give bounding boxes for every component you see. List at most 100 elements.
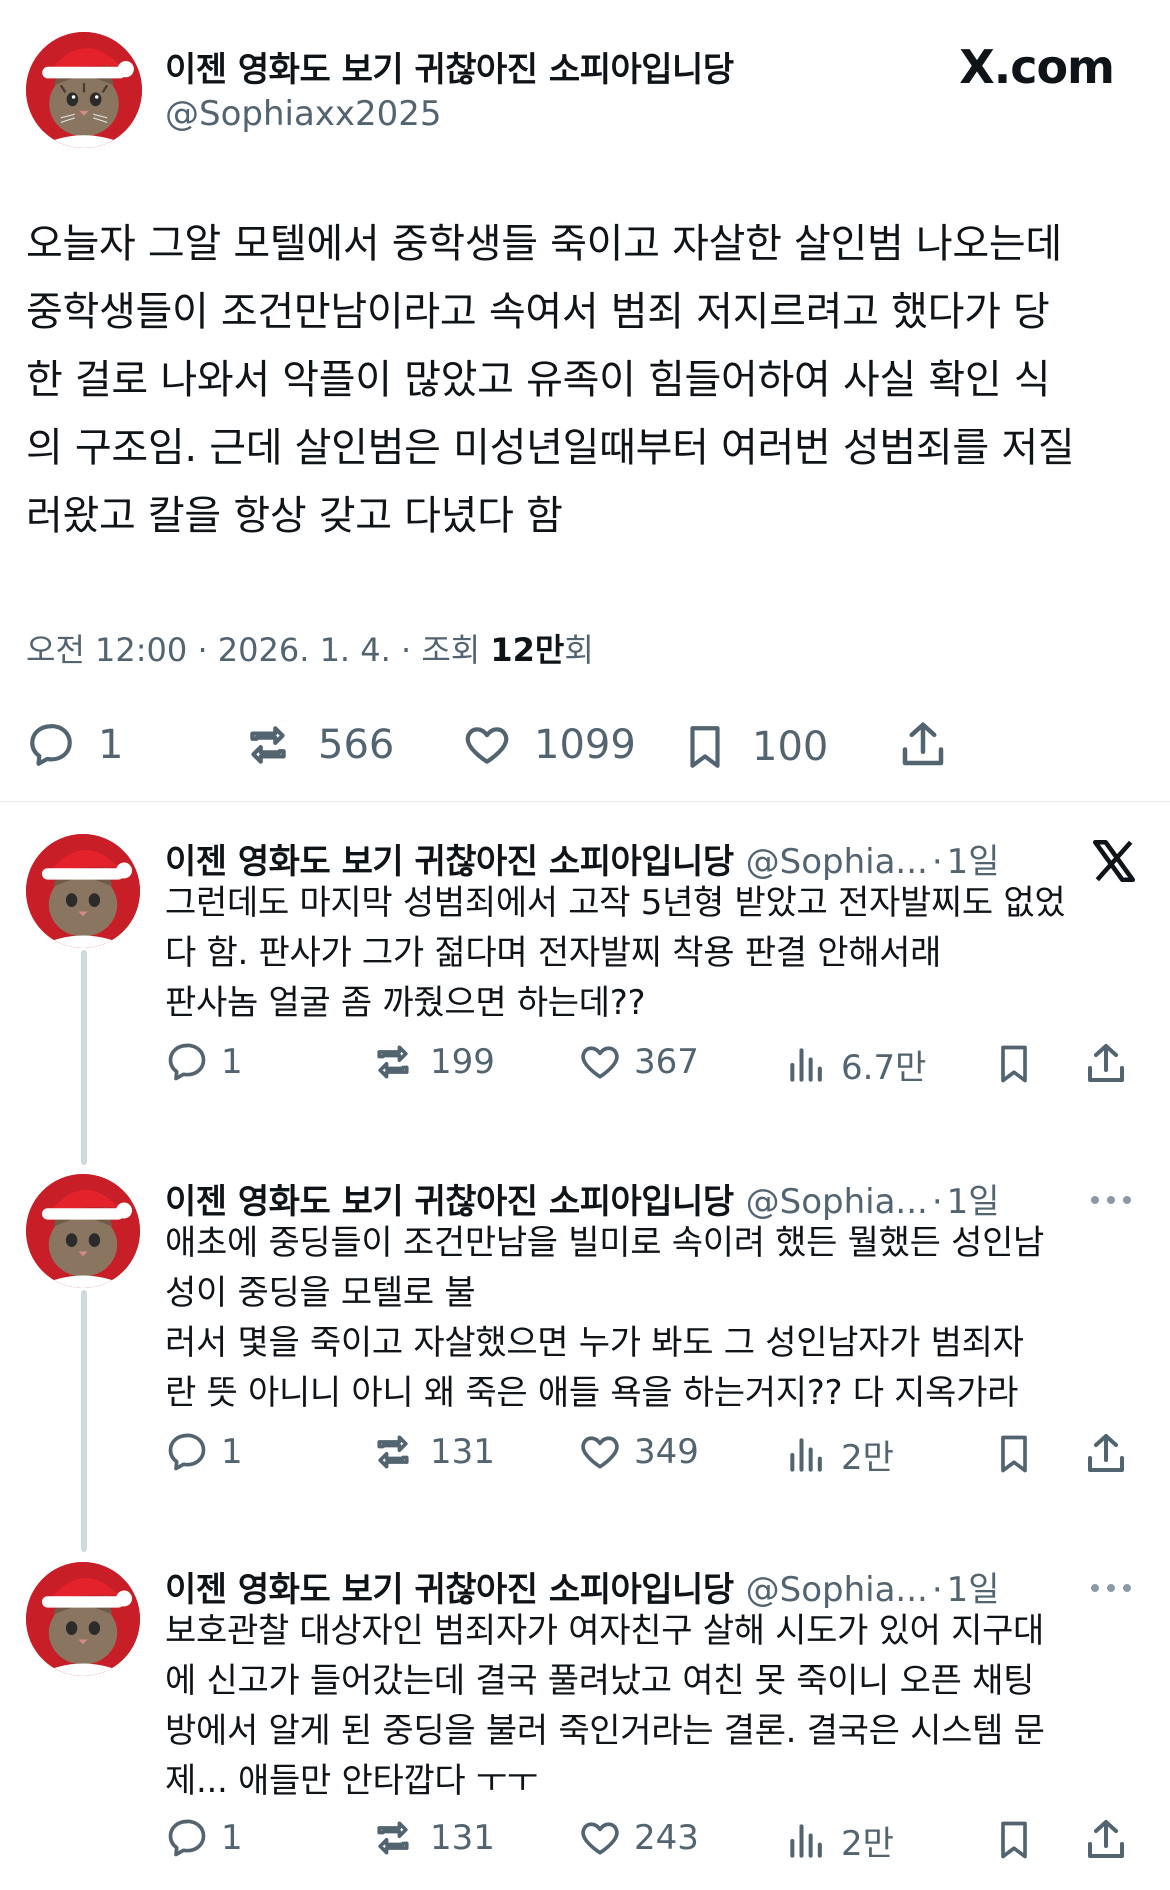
like-count: 349 (634, 1432, 699, 1472)
bookmark-icon (690, 726, 720, 768)
retweet-count: 199 (430, 1042, 495, 1082)
reply-count: 1 (221, 1432, 243, 1472)
display-name[interactable]: 이젠 영화도 보기 귀찮아진 소피아입니당 (165, 834, 734, 883)
retweet-button[interactable]: 131 (368, 1816, 495, 1860)
retweet-count: 566 (318, 722, 395, 768)
separator-dot: · (931, 842, 943, 882)
reply-icon (168, 1433, 206, 1471)
timestamp[interactable]: 1일 (947, 834, 1000, 883)
reply-header: 이젠 영화도 보기 귀찮아진 소피아입니당 @Sophia... · 1일 (165, 1174, 1000, 1223)
reply-text: 애초에 중딩들이 조건만남을 빌미로 속이려 했든 뭘했든 성인남 성이 중딩을… (165, 1223, 1045, 1413)
like-button[interactable]: 367 (578, 1040, 699, 1084)
share-button[interactable] (1082, 1430, 1130, 1478)
reply-action-bar: 1 131 349 2만 (0, 1430, 1170, 1490)
reply-count: 1 (221, 1042, 243, 1082)
handle[interactable]: @Sophia... (746, 1570, 928, 1610)
heart-icon (581, 1822, 619, 1855)
reply-count: 1 (98, 722, 124, 768)
reply-text: 보호관찰 대상자인 범죄자가 여자친구 살해 시도가 있어 지구대 에 신고가 … (165, 1611, 1045, 1801)
share-button[interactable] (1082, 1040, 1130, 1088)
views-button[interactable]: 6.7만 (785, 1040, 926, 1089)
like-count: 367 (634, 1042, 699, 1082)
bookmark-icon (1001, 1045, 1027, 1083)
bookmark-button[interactable] (992, 1816, 1036, 1864)
retweet-icon (250, 726, 286, 764)
retweet-button[interactable]: 131 (368, 1430, 495, 1474)
view-count: 12만 (490, 631, 565, 669)
retweet-icon (377, 1435, 409, 1469)
view-count: 2만 (841, 1438, 894, 1478)
view-count: 2만 (841, 1824, 894, 1864)
retweet-count: 131 (430, 1432, 495, 1472)
heart-icon (581, 1436, 619, 1469)
bookmark-button[interactable] (992, 1040, 1036, 1088)
thread-line (81, 1290, 87, 1552)
display-name[interactable]: 이젠 영화도 보기 귀찮아진 소피아입니당 (165, 42, 734, 91)
timestamp[interactable]: 1일 (947, 1562, 1000, 1611)
retweet-button[interactable]: 566 (240, 720, 394, 770)
share-icon (1088, 1820, 1124, 1858)
reply-header: 이젠 영화도 보기 귀찮아진 소피아입니당 @Sophia... · 1일 (165, 834, 1000, 883)
views-button[interactable]: 2만 (785, 1816, 894, 1865)
tweet-text: 오늘자 그알 모텔에서 중학생들 죽이고 자살한 살인범 나오는데 중학생들이 … (26, 221, 1075, 539)
analytics-icon (790, 1047, 822, 1082)
analytics-icon (790, 1823, 822, 1858)
heart-icon (581, 1046, 619, 1079)
cat-santa-avatar-icon (26, 32, 142, 148)
bookmark-icon (1001, 1435, 1027, 1473)
cat-santa-avatar-icon (26, 834, 140, 948)
separator-dot: · (931, 1570, 943, 1610)
display-name[interactable]: 이젠 영화도 보기 귀찮아진 소피아입니당 (165, 1562, 734, 1611)
reply-count: 1 (221, 1818, 243, 1858)
tweet-meta: 오전 12:00 · 2026. 1. 4. · 조회 12만회 (26, 625, 594, 671)
reply-button[interactable]: 1 (26, 720, 123, 770)
more-icon[interactable] (1088, 1580, 1134, 1599)
cat-santa-avatar-icon (26, 1562, 140, 1676)
reply-button[interactable]: 1 (165, 1430, 243, 1474)
divider (0, 801, 1170, 802)
handle[interactable]: @Sophia... (746, 1182, 928, 1222)
reply-action-bar: 1 131 243 2만 (0, 1816, 1170, 1876)
view-suffix: 회 (564, 631, 594, 669)
reply-icon (168, 1043, 206, 1081)
reply-button[interactable]: 1 (165, 1040, 243, 1084)
reply-icon (30, 723, 72, 766)
reply-text: 그런데도 마지막 성범죄에서 고작 5년형 받았고 전자발찌도 없었 다 함. … (165, 883, 1066, 1023)
bookmark-icon (1001, 1821, 1027, 1859)
handle[interactable]: @Sophia... (746, 842, 928, 882)
retweet-count: 131 (430, 1818, 495, 1858)
retweet-icon (377, 1045, 409, 1079)
share-button[interactable] (1082, 1816, 1130, 1864)
avatar[interactable] (26, 834, 140, 948)
reply-header: 이젠 영화도 보기 귀찮아진 소피아입니당 @Sophia... · 1일 (165, 1562, 1000, 1611)
brand-logo: X.com (959, 40, 1115, 94)
bookmark-button[interactable]: 100 (680, 720, 828, 774)
more-icon[interactable] (1088, 1192, 1134, 1211)
avatar[interactable] (26, 32, 142, 148)
reply-button[interactable]: 1 (165, 1816, 243, 1860)
analytics-icon (790, 1437, 822, 1472)
retweet-icon (377, 1821, 409, 1855)
like-button[interactable]: 349 (578, 1430, 699, 1474)
avatar[interactable] (26, 1174, 140, 1288)
view-count: 6.7만 (841, 1048, 927, 1088)
timestamp[interactable]: 1일 (947, 1174, 1000, 1223)
share-button[interactable] (896, 718, 950, 772)
separator-dot: · (931, 1182, 943, 1222)
display-name[interactable]: 이젠 영화도 보기 귀찮아진 소피아입니당 (165, 1174, 734, 1223)
retweet-button[interactable]: 199 (368, 1040, 495, 1084)
avatar[interactable] (26, 1562, 140, 1676)
reply-icon (168, 1819, 206, 1857)
heart-icon (465, 727, 509, 764)
views-button[interactable]: 2만 (785, 1430, 894, 1479)
timestamp: 오전 12:00 · 2026. 1. 4. · 조회 (26, 631, 491, 669)
cat-santa-avatar-icon (26, 1174, 140, 1288)
like-button[interactable]: 243 (578, 1816, 699, 1860)
handle[interactable]: @Sophiaxx2025 (165, 94, 442, 134)
like-button[interactable]: 1099 (462, 720, 636, 770)
bookmark-count: 100 (752, 724, 829, 770)
like-count: 1099 (534, 722, 636, 768)
share-icon (1088, 1434, 1124, 1472)
share-icon (1088, 1044, 1124, 1082)
bookmark-button[interactable] (992, 1430, 1036, 1478)
